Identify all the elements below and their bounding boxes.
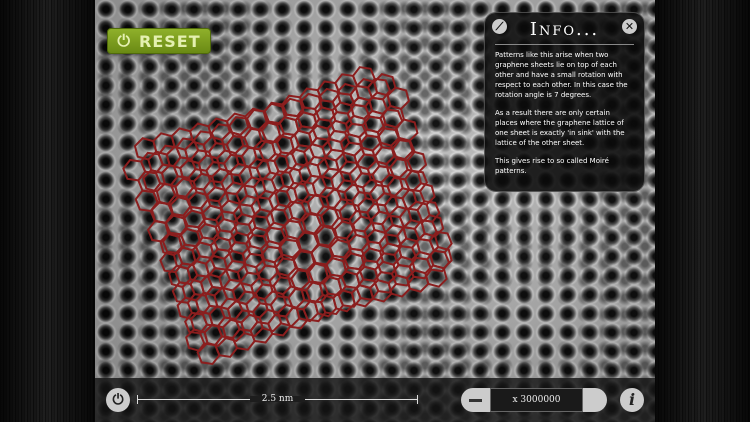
power-icon: ⏻ — [117, 31, 131, 51]
right-metal-panel — [655, 0, 750, 422]
microscope-view[interactable]: ⏻ RESET ⟋ ✕ Info... Patterns like this a… — [95, 0, 655, 422]
info-button[interactable]: i — [620, 388, 644, 412]
minus-icon — [469, 399, 482, 402]
power-icon: ⏻ — [112, 392, 123, 408]
info-title: Info... — [495, 19, 634, 41]
power-button[interactable]: ⏻ — [106, 388, 130, 412]
reset-button[interactable]: ⏻ RESET — [107, 28, 211, 54]
hex-layer — [133, 69, 457, 353]
magnification-control: x 3000000 — [461, 388, 607, 412]
left-metal-panel — [0, 0, 95, 422]
zoom-in-button[interactable] — [583, 388, 607, 412]
bottom-bar: ⏻ 2.5 nm x 3000000 i — [95, 378, 655, 422]
magnification-value: x 3000000 — [490, 388, 583, 412]
zoom-out-button[interactable] — [461, 388, 490, 412]
info-icon: i — [629, 388, 635, 412]
info-panel: ⟋ ✕ Info... Patterns like this arise whe… — [484, 12, 645, 192]
rotate-icon[interactable]: ⟋ — [492, 19, 507, 34]
info-paragraph: Patterns like this arise when two graphe… — [495, 50, 634, 100]
info-paragraph: This gives rise to so called Moiré patte… — [495, 156, 634, 176]
info-paragraph: As a result there are only certain place… — [495, 108, 634, 148]
close-icon[interactable]: ✕ — [622, 19, 637, 34]
scale-label: 2.5 nm — [250, 393, 305, 405]
divider — [495, 44, 634, 45]
